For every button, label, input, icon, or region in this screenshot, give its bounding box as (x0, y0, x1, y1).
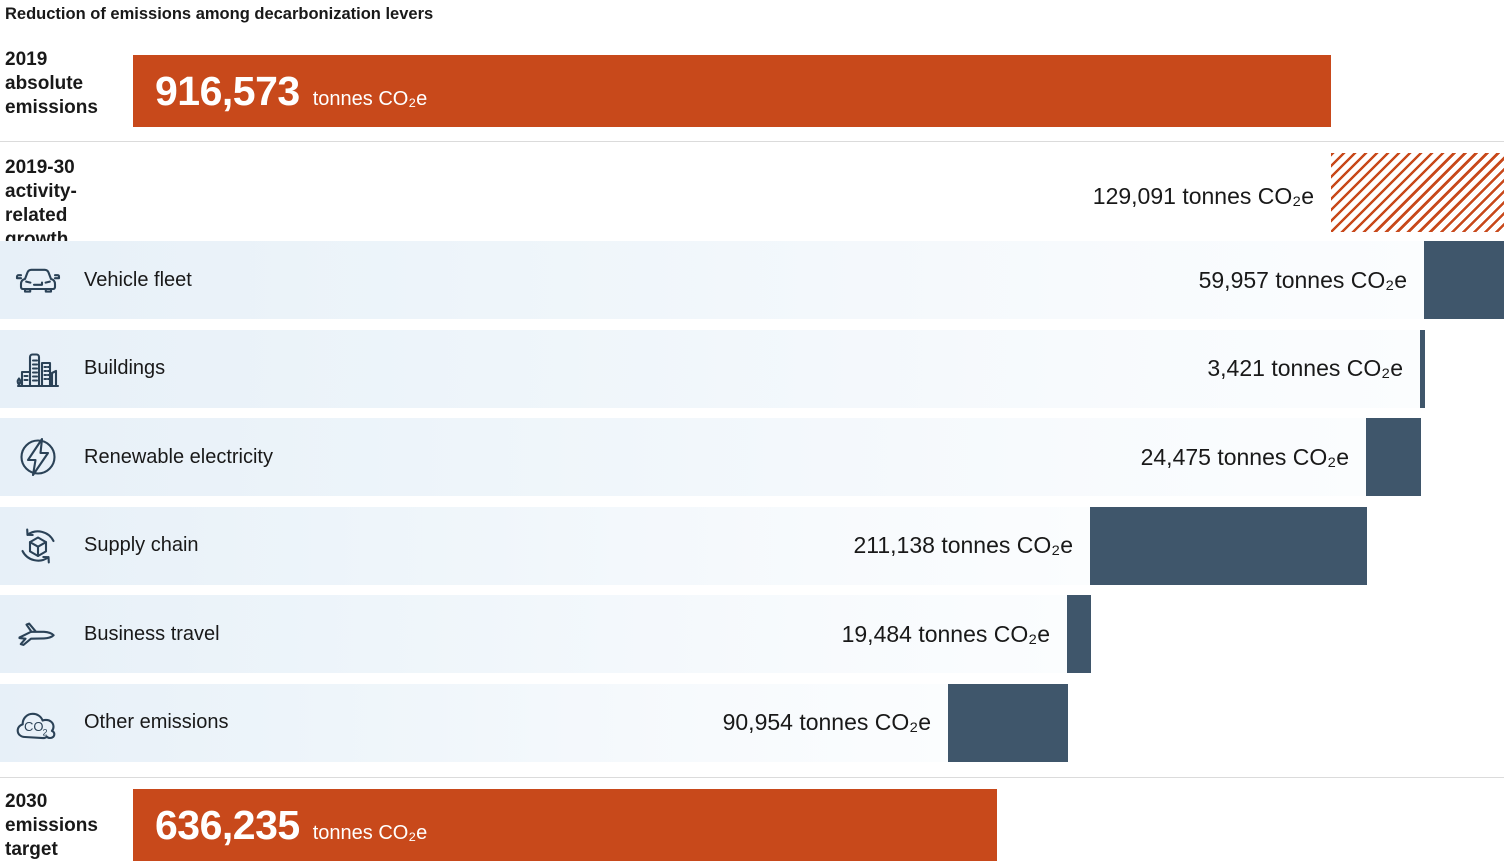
svg-text:CO: CO (24, 719, 44, 734)
lever-bar (1420, 330, 1425, 408)
lever-bar (1090, 507, 1367, 585)
waterfall-chart: Reduction of emissions among decarboniza… (0, 0, 1504, 863)
row-band: Supply chain 211,138 tonnes CO₂e (0, 507, 1090, 585)
lever-value: 3,421 tonnes CO₂e (1207, 355, 1403, 382)
plane-icon (14, 610, 62, 658)
supply-chain-icon (14, 522, 62, 570)
lever-value: 59,957 tonnes CO₂e (1199, 267, 1407, 294)
start-bar-text: 916,573 tonnes CO₂e (133, 68, 1331, 115)
lever-label: Business travel (84, 623, 220, 646)
lever-bar (1067, 595, 1091, 673)
lever-row-renewable-electricity: Renewable electricity 24,475 tonnes CO₂e (0, 418, 1504, 496)
target-value: 636,235 (155, 802, 300, 849)
lever-label: Renewable electricity (84, 446, 273, 469)
row-band: Vehicle fleet 59,957 tonnes CO₂e (0, 241, 1424, 319)
lever-value: 24,475 tonnes CO₂e (1141, 444, 1349, 471)
buildings-icon (14, 345, 62, 393)
lever-value: 211,138 tonnes CO₂e (854, 532, 1074, 559)
growth-value: 129,091 tonnes CO₂e (1093, 183, 1314, 210)
divider-top (0, 141, 1504, 142)
lever-bar (948, 684, 1068, 762)
target-unit: tonnes CO₂e (313, 822, 428, 845)
svg-text:2: 2 (43, 727, 48, 737)
growth-hatched-bar (1331, 153, 1504, 232)
lever-value: 19,484 tonnes CO₂e (842, 621, 1050, 648)
lever-row-other-emissions: CO 2 Other emissions 90,954 tonnes CO₂e (0, 684, 1504, 762)
start-emissions-bar: 916,573 tonnes CO₂e (133, 55, 1331, 127)
lever-label: Buildings (84, 357, 165, 380)
lever-row-supply-chain: Supply chain 211,138 tonnes CO₂e (0, 507, 1504, 585)
chart-title: Reduction of emissions among decarboniza… (5, 5, 433, 24)
lever-row-vehicle-fleet: Vehicle fleet 59,957 tonnes CO₂e (0, 241, 1504, 319)
lever-row-business-travel: Business travel 19,484 tonnes CO₂e (0, 595, 1504, 673)
car-icon (14, 256, 62, 304)
divider-bottom (0, 777, 1504, 778)
renewable-icon (14, 433, 62, 481)
start-unit: tonnes CO₂e (313, 88, 428, 111)
lever-label: Other emissions (84, 711, 229, 734)
lever-value: 90,954 tonnes CO₂e (723, 709, 931, 736)
lever-bar (1424, 241, 1504, 319)
start-value: 916,573 (155, 68, 300, 115)
row-band: CO 2 Other emissions 90,954 tonnes CO₂e (0, 684, 948, 762)
target-emissions-bar: 636,235 tonnes CO₂e (133, 789, 997, 861)
row-band: Buildings 3,421 tonnes CO₂e (0, 330, 1420, 408)
growth-row-label: 2019-30 activity-related growth (5, 156, 131, 252)
lever-row-buildings: Buildings 3,421 tonnes CO₂e (0, 330, 1504, 408)
target-bar-text: 636,235 tonnes CO₂e (133, 802, 997, 849)
row-band: Business travel 19,484 tonnes CO₂e (0, 595, 1067, 673)
lever-label: Vehicle fleet (84, 269, 192, 292)
row-band: Renewable electricity 24,475 tonnes CO₂e (0, 418, 1366, 496)
start-row-label: 2019 absolute emissions (5, 48, 131, 120)
lever-bar (1366, 418, 1421, 496)
lever-label: Supply chain (84, 534, 199, 557)
co2-cloud-icon: CO 2 (14, 699, 62, 747)
target-row-label: 2030 emissions target (5, 790, 131, 862)
